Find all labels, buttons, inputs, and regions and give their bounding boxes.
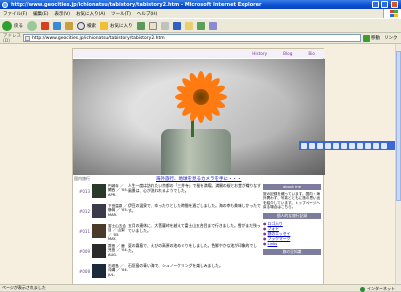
toolbar-icon[interactable]	[357, 142, 363, 149]
minimize-button[interactable]	[372, 1, 379, 8]
menu-edit[interactable]: 編集(E)	[33, 11, 48, 17]
toolbar-icon[interactable]	[365, 142, 371, 149]
mail-icon	[148, 21, 157, 30]
print-button[interactable]	[160, 21, 169, 30]
toolbar-icon[interactable]	[309, 142, 315, 149]
hero-photo	[73, 59, 325, 175]
title-bar: http://www.geocities.jp/ichionatsu/tabis…	[0, 0, 401, 9]
status-bar: ページが表示されました インターネット	[0, 284, 401, 292]
refresh-button[interactable]	[53, 21, 61, 30]
about-text: 旅の記録を綴っています。国内・海外問わず、写真とともに旅の思い出を紹介しています…	[263, 192, 321, 210]
windows-flag-icon	[383, 9, 401, 18]
history-icon	[136, 21, 145, 30]
security-zone: インターネット	[360, 286, 395, 292]
floating-toolbar	[299, 141, 395, 150]
entry-thumbnail[interactable]	[92, 264, 106, 278]
close-button[interactable]	[391, 1, 398, 8]
site-nav: History Blog Bio	[73, 49, 325, 58]
news-link[interactable]: 海外旅行、地球を見るカメラを手に・・・	[156, 176, 242, 182]
toolbar-icon[interactable]	[349, 142, 355, 149]
links-header: 個人的な旅行記録	[263, 212, 321, 219]
discuss-button[interactable]	[184, 21, 193, 30]
stop-button[interactable]	[41, 21, 49, 30]
address-url: http://www.geocities.jp/ichionatsu/tabis…	[32, 35, 165, 41]
menu-bar: ファイル(F) 編集(E) 表示(V) お気に入り(A) ツール(T) ヘルプ(…	[0, 9, 401, 18]
page-viewport: History Blog Bio 国内旅行 海外旅行、地球を見るカメラを手に・・…	[0, 44, 395, 284]
menu-view[interactable]: 表示(V)	[54, 11, 70, 17]
star-icon	[100, 21, 108, 30]
menu-help[interactable]: ヘルプ(H)	[137, 11, 157, 17]
messenger-icon	[196, 21, 205, 30]
search-icon	[77, 21, 85, 30]
toolbar-icon[interactable]	[381, 142, 387, 149]
home-icon	[65, 21, 73, 30]
menu-tools[interactable]: ツール(T)	[111, 11, 131, 17]
glass-bottle-image	[161, 129, 231, 175]
maximize-button[interactable]	[381, 1, 388, 8]
menu-file[interactable]: ファイル(F)	[3, 11, 27, 17]
status-text: ページが表示されました	[2, 285, 46, 290]
site-sidebar: about me 旅の記録を綴っています。国内・海外問わず、写真とともに旅の思い…	[263, 184, 321, 257]
entry-thumbnail[interactable]	[92, 204, 106, 218]
back-button[interactable]: 戻る	[2, 20, 23, 31]
list-item[interactable]: #011 富士山五合目 ／ 山梨 ／ '05. MAY. 五月の連休に、大菩薩峠…	[79, 223, 261, 241]
nav-blog-link[interactable]: Blog	[283, 51, 292, 56]
folder-icon	[184, 21, 193, 30]
nav-history-link[interactable]: History	[252, 51, 267, 56]
toolbar-icon[interactable]	[301, 142, 307, 149]
vertical-scrollbar[interactable]	[395, 44, 401, 284]
nav-bio-link[interactable]: Bio	[308, 51, 315, 56]
entry-thumbnail[interactable]	[92, 224, 106, 238]
ie-logo-icon	[2, 1, 8, 8]
links-button[interactable]: リンク	[384, 35, 398, 41]
toolbar-icon[interactable]	[317, 142, 323, 149]
entry-thumbnail[interactable]	[92, 244, 106, 258]
printer-icon	[160, 21, 169, 30]
messenger-button[interactable]	[196, 21, 205, 30]
toolbar-icon[interactable]	[373, 142, 379, 149]
tips-header: 旅の豆知識	[263, 248, 321, 255]
scrollbar-thumb[interactable]	[396, 51, 401, 201]
favorites-button[interactable]: お気に入り	[100, 21, 133, 30]
back-arrow-icon	[2, 20, 12, 31]
list-item[interactable]: #012 下田温泉 ／ 静岡 ／ '05. MAR. 伊豆の温泉で、ゆったりとし…	[79, 203, 261, 221]
sidebar-link[interactable]: ● Links	[263, 241, 321, 246]
toolbar-icon[interactable]	[341, 142, 347, 149]
address-label: アドレス(D)	[3, 33, 21, 44]
page-icon	[25, 35, 30, 41]
toolbar: 戻る 検索 お気に入り	[0, 18, 401, 33]
entry-list: #013 円城寺 ／ 関西 ／ '05. APR. 人生一度は訪れたい京都の「三…	[79, 183, 261, 284]
menu-favorites[interactable]: お気に入り(A)	[76, 11, 105, 17]
history-button[interactable]	[136, 21, 145, 30]
home-button[interactable]	[65, 21, 73, 30]
forward-arrow-icon	[27, 20, 37, 31]
list-item[interactable]: #013 円城寺 ／ 関西 ／ '05. APR. 人生一度は訪れたい京都の「三…	[79, 183, 261, 201]
go-button[interactable]: 移動	[363, 34, 380, 42]
research-button[interactable]	[208, 21, 217, 30]
caption-row: 国内旅行 海外旅行、地球を見るカメラを手に・・・	[73, 175, 325, 183]
site-page: History Blog Bio 国内旅行 海外旅行、地球を見るカメラを手に・・…	[72, 48, 325, 284]
go-arrow-icon	[363, 34, 370, 42]
refresh-icon	[53, 21, 61, 30]
browser-window: http://www.geocities.jp/ichionatsu/tabis…	[0, 0, 401, 292]
window-title: http://www.geocities.jp/ichionatsu/tabis…	[11, 1, 262, 8]
list-item[interactable]: #008 石垣島 ／ 沖縄 ／ '04. JUL. 石垣島の青い海で、シュノーケ…	[79, 263, 261, 281]
about-header: about me	[263, 184, 321, 190]
edit-button[interactable]	[172, 21, 181, 30]
edit-icon	[172, 21, 181, 30]
search-button[interactable]: 検索	[77, 21, 96, 30]
stop-icon	[41, 21, 49, 30]
address-input[interactable]: http://www.geocities.jp/ichionatsu/tabis…	[23, 34, 361, 42]
address-bar: アドレス(D) http://www.geocities.jp/ichionat…	[0, 33, 401, 44]
mail-button[interactable]	[148, 21, 157, 30]
entry-thumbnail[interactable]	[92, 184, 106, 198]
toolbar-icon[interactable]	[325, 142, 331, 149]
toolbar-icon[interactable]	[333, 142, 339, 149]
list-item[interactable]: #009 霧島 ／ 鹿児島 ／ '04. AUG. 夏の霧島で、えびの高原の池め…	[79, 243, 261, 261]
forward-button[interactable]	[27, 20, 37, 31]
research-icon	[208, 21, 217, 30]
home-link[interactable]: 国内旅行	[74, 176, 90, 182]
